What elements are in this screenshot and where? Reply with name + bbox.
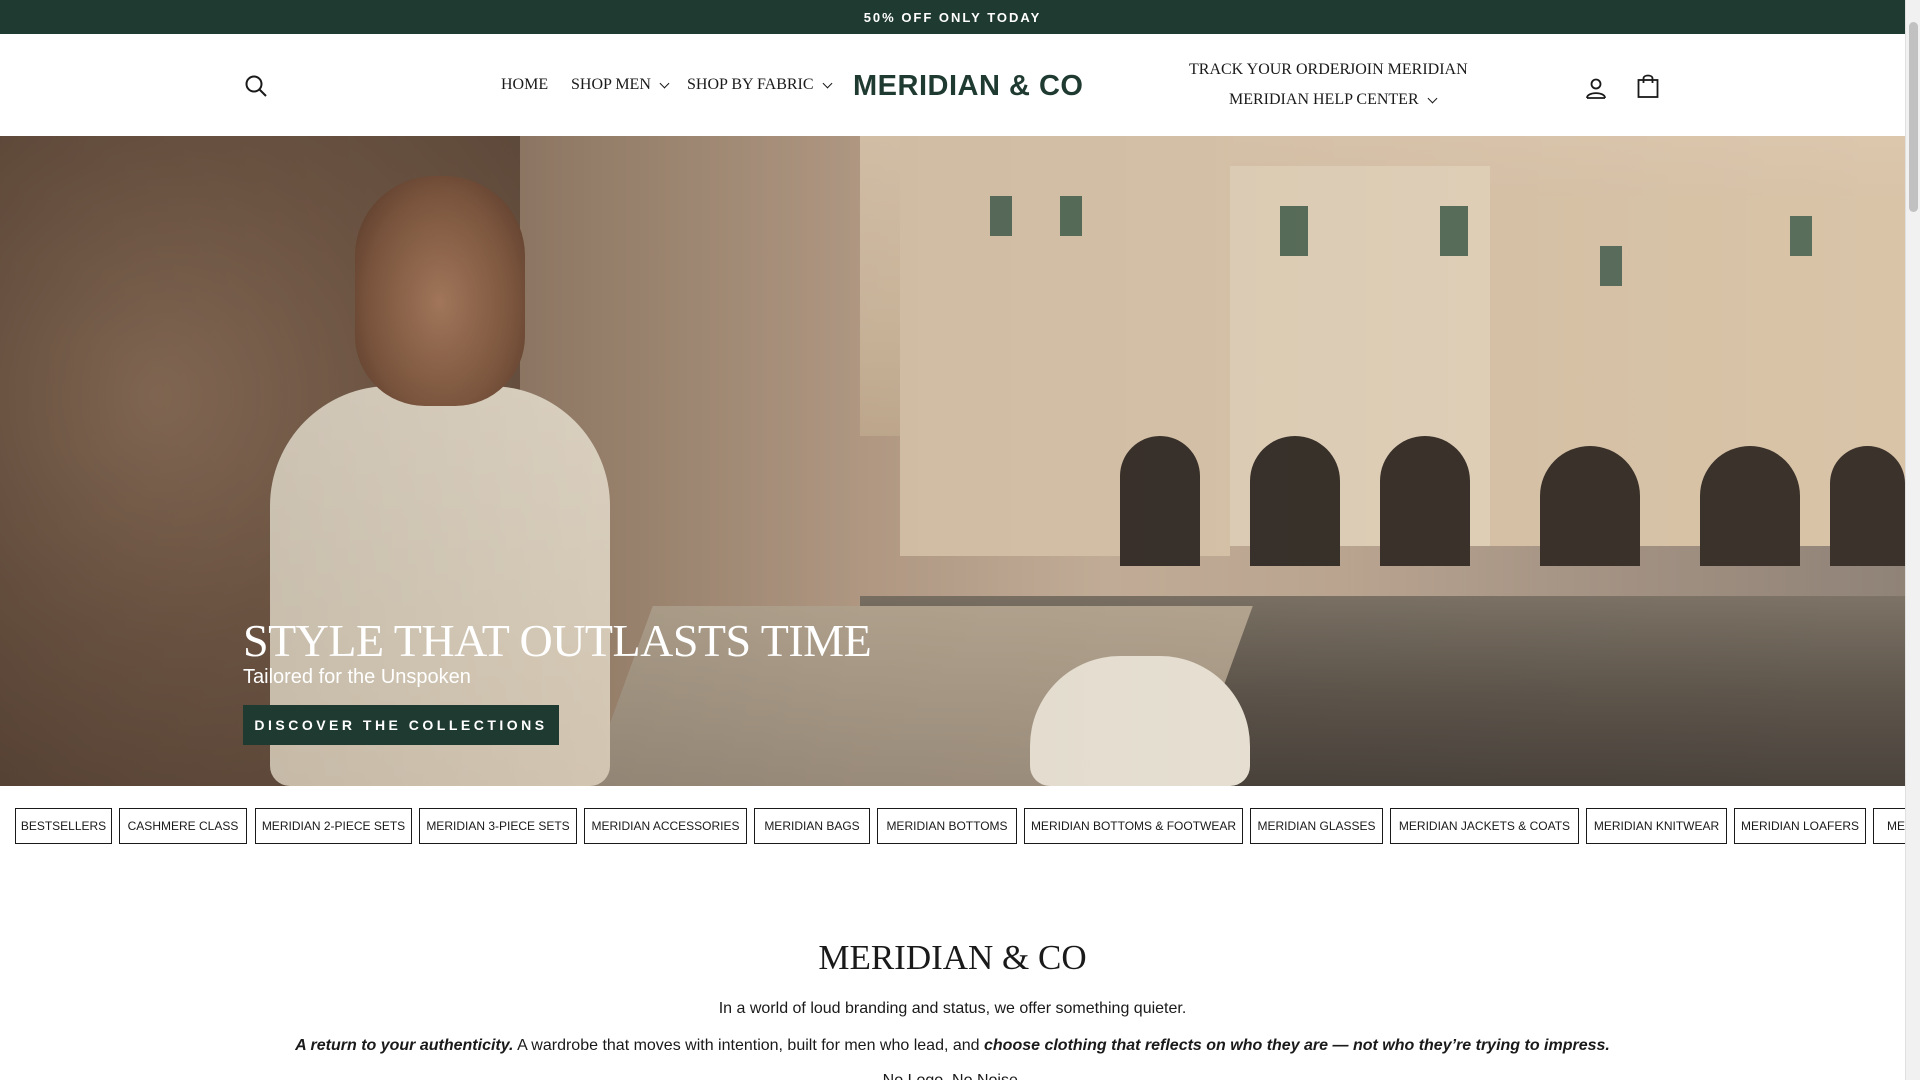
intro-text: No Logo. No Noise. xyxy=(0,1072,1905,1080)
announcement-text: 50% OFF ONLY TODAY xyxy=(863,9,1042,25)
chevron-down-icon xyxy=(659,78,670,88)
search-icon[interactable] xyxy=(240,70,272,102)
intro-plain: A wardrobe that moves with intention, bu… xyxy=(513,1037,984,1054)
collection-chip[interactable]: MERIDIAN ACCESSORIES xyxy=(584,808,747,844)
intro-emphasis: choose clothing that reflects on who the… xyxy=(984,1037,1610,1054)
site-header: HOME SHOP MEN SHOP BY FABRIC MERIDIAN & … xyxy=(0,34,1905,136)
collection-chip[interactable]: MERIDIAN xyxy=(1873,808,1905,844)
scrollbar-thumb[interactable] xyxy=(1909,22,1918,212)
intro-text: In a world of loud branding and status, … xyxy=(718,1000,1187,1017)
collection-chip[interactable]: MERIDIAN BAGS xyxy=(754,808,870,844)
intro-emphasis: A return to your authenticity. xyxy=(295,1037,514,1054)
shopping-bag-icon[interactable] xyxy=(1632,70,1664,102)
collection-chip[interactable]: MERIDIAN 2-PIECE SETS xyxy=(255,808,412,844)
collections-strip: BESTSELLERS CASHMERE CLASS MERIDIAN 2-PI… xyxy=(0,786,1905,866)
nav-join-meridian[interactable]: JOIN MERIDIAN xyxy=(1349,61,1468,79)
announcement-bar: 50% OFF ONLY TODAY xyxy=(0,0,1905,34)
collection-chip[interactable]: MERIDIAN BOTTOMS & FOOTWEAR xyxy=(1024,808,1243,844)
nav-home[interactable]: HOME xyxy=(501,76,548,94)
page-scrollbar[interactable] xyxy=(1905,0,1920,1080)
nav-help-center[interactable]: MERIDIAN HELP CENTER xyxy=(1229,91,1438,109)
intro-text-emphasis: A return to your authenticity. A wardrob… xyxy=(0,1037,1905,1055)
chevron-down-icon xyxy=(1427,93,1438,103)
collection-chip[interactable]: MERIDIAN KNITWEAR xyxy=(1586,808,1727,844)
nav-track-order-label: TRACK YOUR ORDER xyxy=(1189,61,1351,78)
hero-banner: STYLE THAT OUTLASTS TIME Tailored for th… xyxy=(0,136,1905,786)
nav-join-meridian-label: JOIN MERIDIAN xyxy=(1349,61,1468,78)
nav-home-label: HOME xyxy=(501,76,549,93)
intro-title: MERIDIAN & CO xyxy=(818,938,1087,977)
site-logo[interactable]: MERIDIAN & CO xyxy=(853,70,1083,103)
collection-chip[interactable]: BESTSELLERS xyxy=(15,808,112,844)
nav-shop-by-fabric-label: SHOP BY FABRIC xyxy=(687,76,814,93)
nav-help-center-label: MERIDIAN HELP CENTER xyxy=(1229,91,1419,108)
collection-chip[interactable]: MERIDIAN 3-PIECE SETS xyxy=(419,808,577,844)
nav-shop-men[interactable]: SHOP MEN xyxy=(571,76,670,94)
collection-chip[interactable]: CASHMERE CLASS xyxy=(119,808,247,844)
discover-collections-button[interactable]: DISCOVER THE COLLECTIONS xyxy=(243,705,559,745)
collection-chip[interactable]: MERIDIAN JACKETS & COATS xyxy=(1390,808,1579,844)
nav-shop-by-fabric[interactable]: SHOP BY FABRIC xyxy=(687,76,833,94)
nav-track-order[interactable]: TRACK YOUR ORDER xyxy=(1189,61,1350,79)
collection-chip[interactable]: MERIDIAN GLASSES xyxy=(1250,808,1383,844)
chevron-down-icon xyxy=(822,78,833,88)
nav-shop-men-label: SHOP MEN xyxy=(571,76,651,93)
collection-chip[interactable]: MERIDIAN BOTTOMS xyxy=(877,808,1017,844)
hero-subtitle: Tailored for the Unspoken xyxy=(243,666,471,688)
collection-chip[interactable]: MERIDIAN LOAFERS xyxy=(1734,808,1866,844)
hero-title: STYLE THAT OUTLASTS TIME xyxy=(243,615,872,666)
user-icon[interactable] xyxy=(1580,72,1612,104)
